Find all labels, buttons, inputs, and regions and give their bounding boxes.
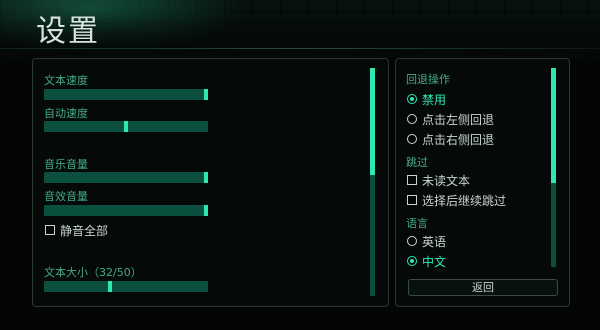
rollback-right-label[interactable]: 点击右侧回退 [422, 131, 494, 148]
skip-unread-label[interactable]: 未读文本 [422, 172, 470, 189]
text-size-slider[interactable] [44, 281, 208, 292]
text-speed-label: 文本速度 [44, 74, 88, 87]
mute-all-checkbox[interactable] [45, 225, 55, 235]
sfx-volume-thumb[interactable] [204, 205, 208, 216]
music-volume-thumb[interactable] [204, 172, 208, 183]
skip-after-choice-label[interactable]: 选择后继续跳过 [422, 192, 506, 209]
rollback-disable-radio[interactable] [407, 94, 417, 104]
skip-after-choice-checkbox[interactable] [407, 195, 417, 205]
text-size-thumb[interactable] [108, 281, 112, 292]
language-english-label[interactable]: 英语 [422, 233, 446, 250]
music-volume-label: 音乐音量 [44, 158, 88, 171]
rollback-right-radio[interactable] [407, 134, 417, 144]
text-size-label: 文本大小（32/50） [44, 266, 142, 279]
text-speed-slider[interactable] [44, 89, 208, 100]
skip-unread-checkbox[interactable] [407, 175, 417, 185]
back-button[interactable]: 返回 [408, 279, 558, 296]
right-scrollbar-thumb[interactable] [551, 68, 556, 183]
rollback-left-label[interactable]: 点击左侧回退 [422, 111, 494, 128]
page-title: 设置 [36, 14, 100, 49]
rollback-heading: 回退操作 [406, 73, 450, 86]
auto-speed-label: 自动速度 [44, 107, 88, 120]
rollback-disable-label[interactable]: 禁用 [422, 91, 446, 108]
language-chinese-label[interactable]: 中文 [422, 253, 446, 270]
right-scrollbar[interactable] [551, 68, 556, 267]
text-speed-thumb[interactable] [204, 89, 208, 100]
mute-all-label[interactable]: 静音全部 [60, 222, 108, 239]
language-english-radio[interactable] [407, 236, 417, 246]
skip-heading: 跳过 [406, 156, 428, 169]
rollback-left-radio[interactable] [407, 114, 417, 124]
language-heading: 语言 [406, 217, 428, 230]
music-volume-slider[interactable] [44, 172, 208, 183]
left-scrollbar[interactable] [370, 68, 375, 296]
sfx-volume-slider[interactable] [44, 205, 208, 216]
left-scrollbar-thumb[interactable] [370, 68, 375, 175]
auto-speed-slider[interactable] [44, 121, 208, 132]
language-chinese-radio[interactable] [407, 256, 417, 266]
sfx-volume-label: 音效音量 [44, 190, 88, 203]
auto-speed-thumb[interactable] [124, 121, 128, 132]
